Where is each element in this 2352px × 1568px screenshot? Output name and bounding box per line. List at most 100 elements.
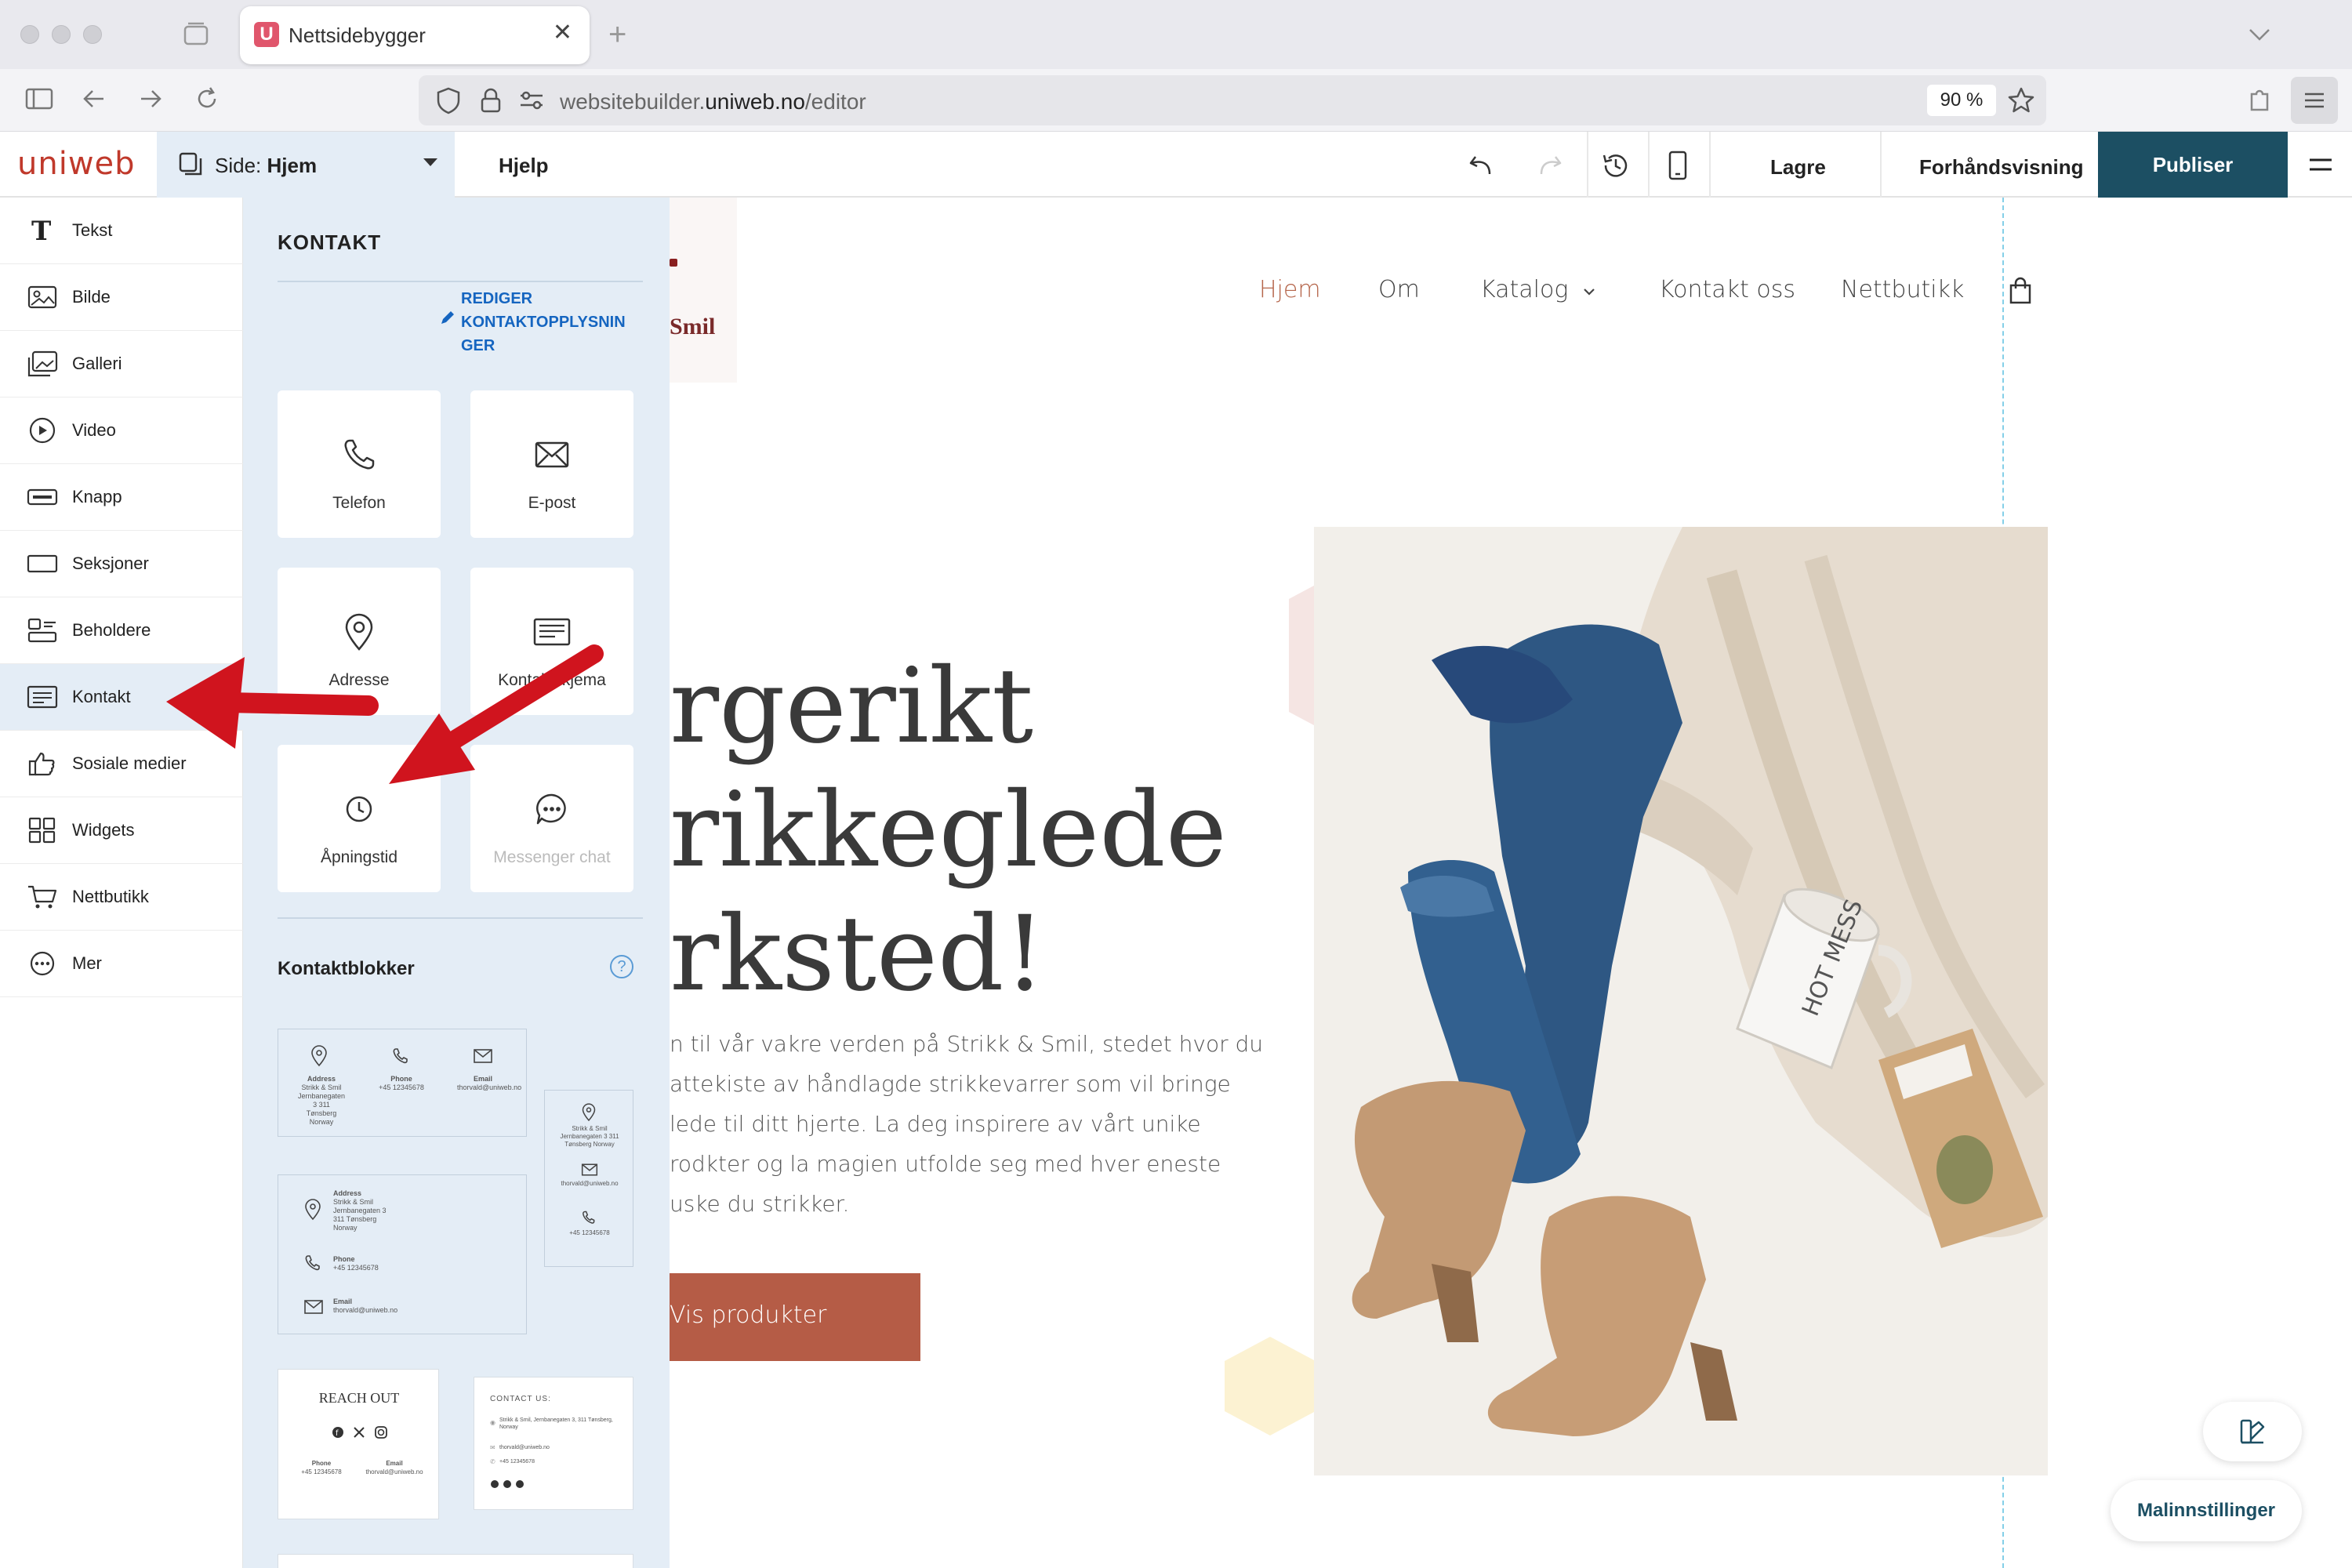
- email-icon: [581, 1163, 598, 1176]
- site-nav-home[interactable]: Hjem: [1259, 276, 1321, 303]
- contact-tile-address[interactable]: Adresse: [278, 568, 441, 715]
- sidebar-item-social-media[interactable]: Sosiale medier: [0, 731, 243, 797]
- email-icon: [474, 1049, 492, 1063]
- tab-overview-icon[interactable]: [182, 20, 210, 49]
- site-nav-webshop[interactable]: Nettbutikk: [1841, 276, 1964, 303]
- sidebar-item-containers[interactable]: Beholdere: [0, 597, 243, 664]
- contact-block-thumbnail-2[interactable]: Address Strikk & Smil Jernbanegaten 3 31…: [278, 1174, 527, 1334]
- sidebar-item-text[interactable]: T Tekst: [0, 198, 243, 264]
- undo-icon[interactable]: [1466, 149, 1497, 180]
- site-nav-about[interactable]: Om: [1378, 276, 1420, 303]
- publish-button[interactable]: Publiser: [2098, 132, 2288, 198]
- contact-block-thumbnail-1[interactable]: Address Strikk & Smil Jernbanegaten 3 31…: [278, 1029, 527, 1137]
- back-arrow-icon[interactable]: [78, 83, 110, 114]
- design-settings-button[interactable]: [2203, 1402, 2302, 1461]
- uniweb-logo[interactable]: uniweb: [17, 146, 136, 182]
- sidebar-item-label: Mer: [72, 953, 102, 973]
- lock-icon[interactable]: [475, 85, 506, 116]
- block1-phone-label: Phone: [390, 1075, 412, 1083]
- clock-icon: [346, 796, 372, 822]
- contact-tile-contact-form[interactable]: Kontaktskjema: [470, 568, 633, 715]
- site-logo[interactable]: Smil: [670, 198, 737, 383]
- page-selector-prefix: Side:: [215, 154, 267, 177]
- browser-nav-bar: websitebuilder.uniweb.no/editor 90 %: [0, 69, 2352, 132]
- contact-tile-opening-hours[interactable]: Åpningstid: [278, 745, 441, 892]
- sidebar-item-label: Beholdere: [72, 620, 151, 640]
- button-icon: [27, 488, 58, 506]
- block1-email-label: Email: [473, 1075, 492, 1083]
- window-close-dot[interactable]: [20, 25, 39, 44]
- edit-contact-line: KONTAKTOPPLYSNIN: [461, 314, 626, 331]
- hero-title[interactable]: rgerikt rikkeglede rksted!: [670, 644, 1227, 1016]
- sidebar-item-image[interactable]: Bilde: [0, 264, 243, 331]
- shield-icon[interactable]: [433, 85, 464, 116]
- zoom-level-badge[interactable]: 90 %: [1927, 85, 1996, 116]
- sidebar-toggle-icon[interactable]: [24, 83, 55, 114]
- contact-tile-messenger-chat[interactable]: Messenger chat: [470, 745, 633, 892]
- window-zoom-dot[interactable]: [83, 25, 102, 44]
- forward-arrow-icon[interactable]: [135, 83, 166, 114]
- contact-tile-email[interactable]: E-post: [470, 390, 633, 538]
- hero-body[interactable]: n til vår vakre verden på Strikk & Smil,…: [670, 1024, 1263, 1224]
- contact-block-thumbnail-3[interactable]: Strikk & Smil Jernbanegaten 3 311 Tønsbe…: [544, 1090, 633, 1267]
- template-settings-button[interactable]: Malinnstillinger: [2111, 1480, 2302, 1541]
- contact-block-thumbnail-6[interactable]: [278, 1554, 633, 1568]
- mobile-view-icon[interactable]: [1662, 149, 1693, 182]
- view-products-button[interactable]: Vis produkter: [670, 1273, 920, 1361]
- shopping-bag-icon[interactable]: [2007, 276, 2034, 306]
- site-nav-catalog[interactable]: Katalog: [1480, 276, 1596, 303]
- history-icon[interactable]: [1599, 149, 1632, 182]
- url-text[interactable]: websitebuilder.uniweb.no/editor: [560, 89, 866, 114]
- url-prefix: websitebuilder.: [560, 89, 706, 114]
- preview-button[interactable]: Forhåndsvisning: [1919, 155, 2083, 180]
- reload-icon[interactable]: [191, 83, 223, 114]
- url-bar[interactable]: websitebuilder.uniweb.no/editor 90 %: [419, 75, 2046, 125]
- email-icon: [535, 441, 569, 468]
- redo-icon[interactable]: [1534, 149, 1565, 180]
- block2-address: Address Strikk & Smil Jernbanegaten 3 31…: [333, 1189, 387, 1232]
- block1-phone: Phone +45 12345678: [377, 1075, 426, 1092]
- bookmark-star-icon[interactable]: [2005, 85, 2037, 116]
- sidebar-item-webshop[interactable]: Nettbutikk: [0, 864, 243, 931]
- sidebar-item-widgets[interactable]: Widgets: [0, 797, 243, 864]
- block2-email: Email thorvald@uniweb.no: [333, 1298, 397, 1315]
- chat-icon: [536, 793, 566, 825]
- contact-block-thumbnail-5[interactable]: CONTACT US: ◉ Strikk & Smil, Jernbanegat…: [474, 1377, 633, 1510]
- contact-panel: KONTAKT REDIGER KONTAKTOPPLYSNIN GER Tel…: [243, 198, 670, 1568]
- save-button[interactable]: Lagre: [1770, 155, 1826, 180]
- url-domain: uniweb.no: [705, 89, 805, 114]
- sidebar-item-sections[interactable]: Seksjoner: [0, 531, 243, 597]
- caret-down-icon: [423, 158, 437, 166]
- sidebar-item-label: Kontakt: [72, 687, 131, 706]
- tab-close-icon[interactable]: ✕: [553, 19, 572, 46]
- browser-tab[interactable]: U Nettsidebygger ✕: [240, 6, 590, 64]
- edit-contact-info-link[interactable]: REDIGER KONTAKTOPPLYSNIN GER: [441, 287, 626, 358]
- site-settings-icon[interactable]: [516, 85, 547, 116]
- help-link[interactable]: Hjelp: [499, 154, 549, 178]
- contact-tile-phone[interactable]: Telefon: [278, 390, 441, 538]
- sidebar-item-contact[interactable]: Kontakt: [0, 664, 243, 731]
- hero-image[interactable]: HOT MESS: [1314, 527, 2048, 1475]
- sidebar-item-gallery[interactable]: Galleri: [0, 331, 243, 397]
- new-tab-icon[interactable]: +: [608, 17, 626, 53]
- block2-address-line: Strikk & Smil: [333, 1198, 374, 1206]
- website-canvas[interactable]: Smil Hjem Om Katalog Kontakt oss Nettbut…: [670, 198, 2352, 1568]
- app-menu-button[interactable]: [2291, 77, 2338, 124]
- sidebar-item-button[interactable]: Knapp: [0, 464, 243, 531]
- help-circle-icon[interactable]: ?: [610, 955, 633, 978]
- page-selector[interactable]: Side: Hjem: [157, 132, 455, 198]
- site-nav-contact[interactable]: Kontakt oss: [1659, 276, 1795, 303]
- block2-email-text: thorvald@uniweb.no: [333, 1306, 398, 1314]
- extensions-icon[interactable]: [2244, 83, 2275, 114]
- chevron-down-icon[interactable]: [2245, 20, 2274, 49]
- sidebar-item-video[interactable]: Video: [0, 397, 243, 464]
- sidebar-item-more[interactable]: Mer: [0, 931, 243, 997]
- edit-contact-line: REDIGER: [461, 290, 533, 307]
- contact-block-thumbnail-4[interactable]: REACH OUT f Phone +45 12345678 Email tho…: [278, 1369, 439, 1519]
- window-minimize-dot[interactable]: [52, 25, 71, 44]
- editor-menu-icon[interactable]: [2307, 154, 2335, 177]
- block2-address-line: Jernbanegaten 3: [333, 1207, 387, 1214]
- location-icon: [305, 1199, 321, 1221]
- tile-label: Adresse: [328, 671, 390, 689]
- contact-icon: [27, 685, 58, 709]
